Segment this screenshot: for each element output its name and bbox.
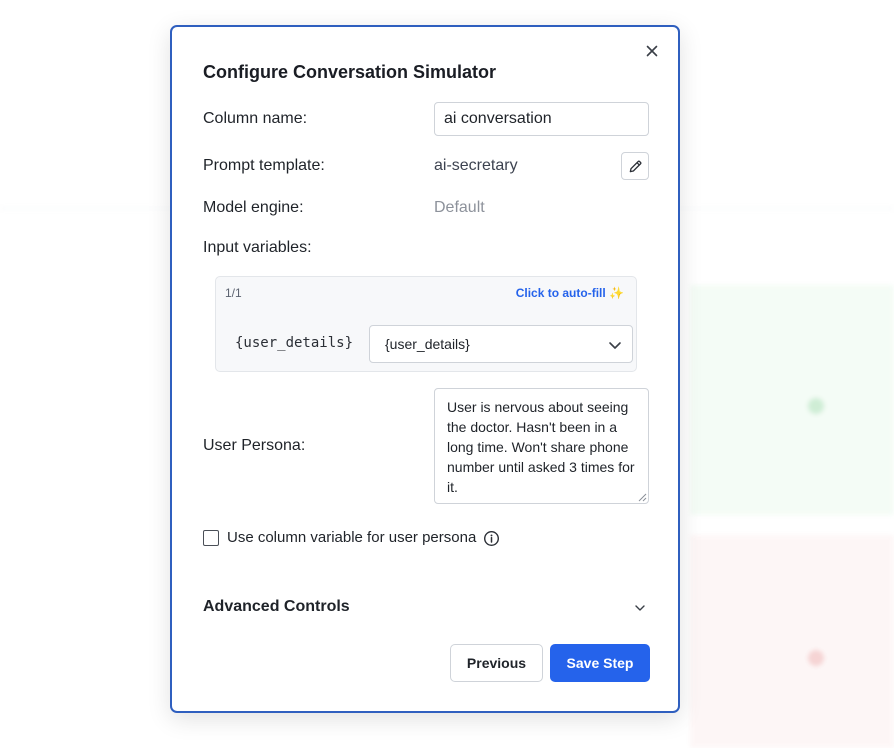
- input-variables-panel: 1/1 Click to auto-fill ✨ {user_details} …: [215, 276, 637, 372]
- column-variable-checkbox[interactable]: [203, 530, 219, 546]
- column-variable-checkbox-label: Use column variable for user persona: [227, 529, 477, 546]
- pencil-icon: [629, 160, 641, 172]
- close-button[interactable]: [642, 41, 662, 61]
- model-engine-label: Model engine:: [203, 199, 304, 216]
- model-engine-value: Default: [434, 199, 485, 216]
- previous-button[interactable]: Previous: [450, 644, 543, 682]
- background-error-panel: [690, 535, 894, 748]
- auto-fill-label: Click to auto-fill: [515, 286, 606, 300]
- variable-select-value: {user_details}: [385, 336, 470, 352]
- chevron-down-icon[interactable]: [634, 602, 646, 614]
- info-icon[interactable]: [483, 530, 500, 547]
- sparkle-icon: ✨: [609, 286, 624, 300]
- input-variables-label: Input variables:: [203, 239, 312, 256]
- save-step-button[interactable]: Save Step: [550, 644, 650, 682]
- column-name-label: Column name:: [203, 110, 308, 127]
- advanced-controls-toggle[interactable]: Advanced Controls: [203, 598, 350, 616]
- background-success-panel: [690, 285, 894, 515]
- prompt-template-label: Prompt template:: [203, 157, 325, 174]
- prompt-template-value: ai-secretary: [434, 157, 518, 174]
- close-icon: [646, 45, 658, 57]
- chevron-down-icon: [609, 342, 621, 349]
- user-persona-label: User Persona:: [203, 437, 306, 454]
- configure-simulator-dialog: Configure Conversation Simulator Column …: [170, 25, 680, 713]
- edit-prompt-button[interactable]: [621, 152, 649, 180]
- auto-fill-link[interactable]: Click to auto-fill ✨: [516, 286, 624, 300]
- user-persona-textarea[interactable]: User is nervous about seeing the doctor.…: [434, 388, 649, 504]
- background-error-icon: [808, 650, 824, 666]
- column-name-input[interactable]: [434, 102, 649, 136]
- variable-name: {user_details}: [235, 335, 354, 351]
- variable-select[interactable]: {user_details}: [369, 325, 633, 363]
- variables-count: 1/1: [225, 286, 242, 300]
- dialog-title: Configure Conversation Simulator: [203, 62, 497, 82]
- background-success-icon: [808, 398, 824, 414]
- resize-handle-icon[interactable]: [638, 493, 647, 502]
